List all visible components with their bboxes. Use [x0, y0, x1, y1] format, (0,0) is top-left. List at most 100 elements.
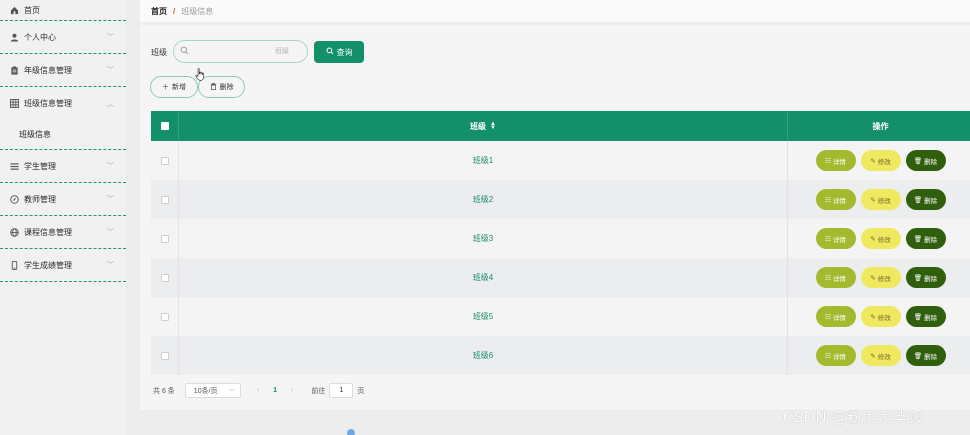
detail-label: 详情 — [832, 197, 846, 205]
breadcrumb-home[interactable]: 首页 — [151, 6, 167, 17]
sidebar-item-personal-center[interactable]: 个人中心 ﹀ — [0, 21, 126, 54]
add-button[interactable]: ＋ 新增 — [150, 76, 198, 98]
batch-delete-button[interactable]: 删除 — [198, 76, 245, 98]
detail-button[interactable]: ☷ 详情 — [815, 228, 856, 249]
list-icon — [9, 161, 19, 171]
chevron-down-icon: ﹀ — [107, 196, 114, 203]
edit-icon: ✎ — [870, 352, 876, 360]
query-button[interactable]: 查询 — [314, 41, 364, 63]
delete-button-label: 删除 — [219, 84, 234, 91]
grid-icon — [9, 99, 19, 109]
sidebar-item-course-management[interactable]: 课程信息管理 ﹀ — [0, 216, 126, 249]
sidebar-subitem-class-info[interactable]: 班级信息 — [0, 120, 126, 150]
sidebar-item-grade-management[interactable]: 年级信息管理 ﹀ — [0, 54, 126, 87]
detail-icon: ☷ — [825, 352, 831, 360]
sidebar-item-student-management[interactable]: 学生管理 ﹀ — [0, 150, 126, 183]
class-name-cell: 班级6 — [179, 336, 788, 375]
edit-button[interactable]: ✎ 修改 — [860, 150, 901, 171]
detail-button[interactable]: ☷ 详情 — [815, 306, 856, 327]
trash-icon — [210, 82, 217, 92]
column-header-label: 操作 — [872, 121, 889, 131]
row-checkbox[interactable] — [160, 195, 169, 204]
column-header-label: 班级 — [470, 121, 487, 131]
add-button-label: 新增 — [172, 84, 186, 91]
globe-icon — [9, 227, 19, 237]
delete-label: 删除 — [924, 197, 938, 205]
sort-icon[interactable]: ▲ ▼ — [490, 121, 496, 131]
edit-label: 修改 — [877, 275, 891, 283]
row-checkbox-cell — [151, 297, 179, 336]
search-field[interactable] — [173, 40, 308, 63]
edit-label: 修改 — [877, 353, 891, 361]
detail-icon: ☷ — [825, 157, 831, 165]
user-icon — [9, 32, 19, 42]
delete-button[interactable]: 🗑 删除 — [905, 150, 946, 171]
page-size-select[interactable]: 10条/页 ﹀ — [184, 383, 241, 398]
edit-icon: ✎ — [870, 157, 876, 165]
plus-icon: ＋ — [162, 84, 169, 91]
sidebar-item-teacher-management[interactable]: 教师管理 ﹀ — [0, 183, 126, 216]
query-button-label: 查询 — [336, 47, 353, 57]
column-header-class[interactable]: 班级 ▲ ▼ — [179, 111, 788, 141]
edit-label: 修改 — [877, 158, 891, 166]
row-checkbox-cell — [151, 180, 179, 219]
trash-icon: 🗑 — [913, 274, 923, 282]
chevron-down-icon: ﹀ — [107, 262, 114, 269]
chevron-down-icon: ﹀ — [107, 229, 114, 236]
row-checkbox[interactable] — [160, 156, 169, 165]
sidebar-item-score-management[interactable]: 学生成绩管理 ﹀ — [0, 249, 126, 282]
edit-button[interactable]: ✎ 修改 — [860, 228, 901, 249]
detail-button[interactable]: ☷ 详情 — [815, 189, 856, 210]
delete-button[interactable]: 🗑 删除 — [905, 189, 946, 210]
row-checkbox[interactable] — [160, 234, 169, 243]
chevron-down-icon: ﹀ — [228, 390, 235, 396]
row-checkbox[interactable] — [160, 351, 169, 360]
table-row: 班级2 ☷ 详情 ✎ 修改 🗑 删除 — [151, 180, 970, 219]
row-checkbox[interactable] — [160, 312, 169, 321]
detail-button[interactable]: ☷ 详情 — [815, 150, 856, 171]
sidebar-item-label: 个人中心 — [24, 32, 56, 42]
sidebar-item-label: 年级信息管理 — [24, 65, 72, 75]
delete-label: 删除 — [924, 275, 938, 283]
delete-label: 删除 — [924, 158, 938, 166]
sidebar-subitem-label: 班级信息 — [19, 130, 51, 139]
sidebar-item-home[interactable]: 首页 — [0, 0, 126, 21]
edit-button[interactable]: ✎ 修改 — [860, 306, 901, 327]
row-checkbox-cell — [151, 141, 179, 180]
row-checkbox-cell — [151, 336, 179, 375]
detail-icon: ☷ — [825, 196, 831, 204]
delete-button[interactable]: 🗑 删除 — [905, 306, 946, 327]
current-page[interactable]: 1 — [273, 387, 277, 394]
detail-label: 详情 — [832, 275, 846, 283]
prev-page-button[interactable]: ‹ — [257, 387, 259, 394]
search-icon — [180, 46, 189, 57]
sidebar-item-label: 班级信息管理 — [24, 99, 72, 108]
total-count: 共 6 条 — [153, 387, 175, 395]
search-input[interactable] — [191, 43, 303, 60]
delete-button[interactable]: 🗑 删除 — [905, 267, 946, 288]
breadcrumb: 首页 / 班级信息 — [140, 0, 970, 22]
detail-button[interactable]: ☷ 详情 — [815, 345, 856, 366]
header-checkbox-cell — [151, 111, 179, 141]
delete-button[interactable]: 🗑 删除 — [905, 228, 946, 249]
row-actions: ☷ 详情 ✎ 修改 🗑 删除 — [788, 141, 970, 180]
delete-label: 删除 — [924, 314, 938, 322]
next-page-button[interactable]: › — [291, 387, 293, 394]
sidebar-item-label: 教师管理 — [24, 194, 56, 204]
table-row: 班级1 ☷ 详情 ✎ 修改 🗑 删除 — [151, 141, 970, 180]
phone-icon — [9, 260, 19, 270]
sidebar-item-class-management[interactable]: 班级信息管理 ︿ — [0, 87, 126, 120]
select-all-checkbox[interactable] — [160, 122, 169, 130]
edit-button[interactable]: ✎ 修改 — [860, 345, 901, 366]
goto-page-input[interactable]: 1 — [329, 383, 354, 398]
table-row: 班级3 ☷ 详情 ✎ 修改 🗑 删除 — [151, 219, 970, 258]
detail-label: 详情 — [832, 314, 846, 322]
edit-button[interactable]: ✎ 修改 — [860, 267, 901, 288]
delete-button[interactable]: 🗑 删除 — [905, 345, 946, 366]
detail-button[interactable]: ☷ 详情 — [815, 267, 856, 288]
class-name-cell: 班级4 — [179, 258, 788, 297]
edit-button[interactable]: ✎ 修改 — [860, 189, 901, 210]
row-checkbox[interactable] — [160, 273, 169, 282]
table-row: 班级6 ☷ 详情 ✎ 修改 🗑 删除 — [151, 336, 970, 375]
row-checkbox-cell — [151, 258, 179, 297]
